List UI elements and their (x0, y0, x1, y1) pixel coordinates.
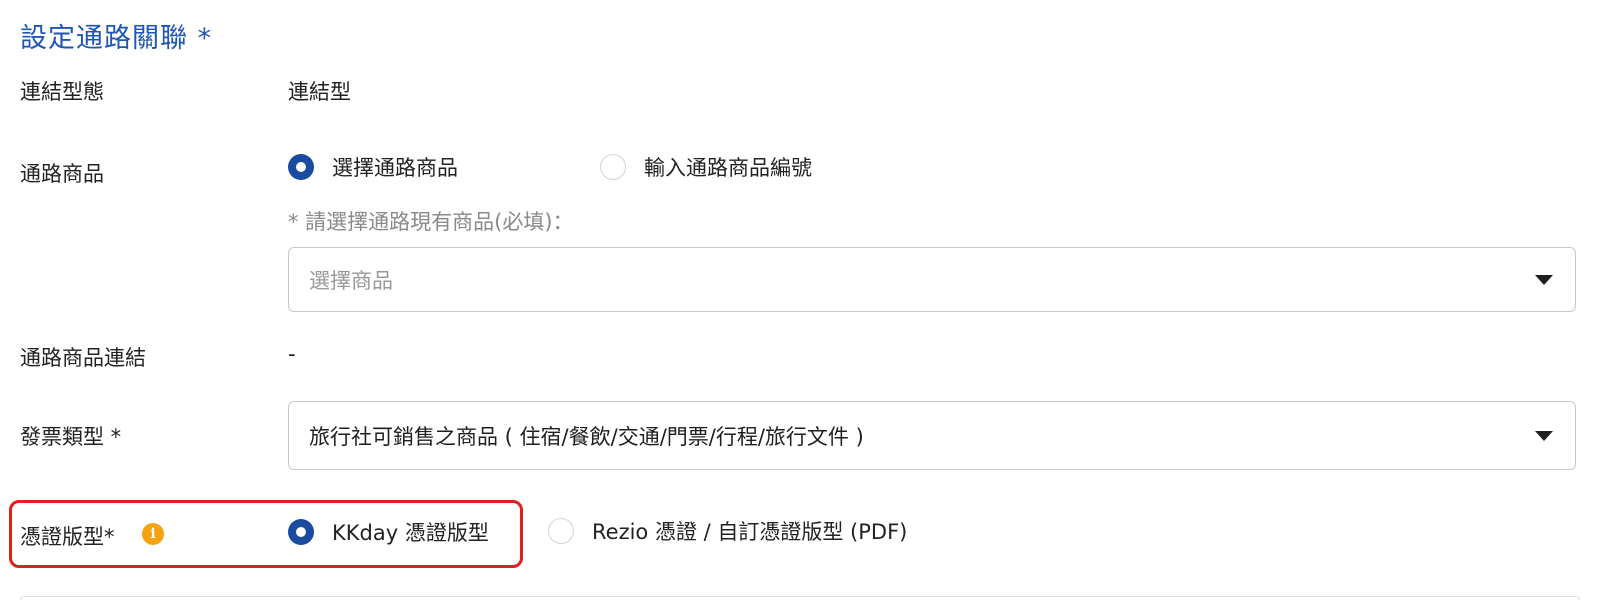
radio-selected-icon[interactable] (288, 154, 314, 180)
radio-unselected-icon[interactable] (548, 518, 574, 544)
radio-selected-icon[interactable] (288, 519, 314, 545)
radio-rezio-custom-voucher[interactable]: Rezio 憑證 / 自訂憑證版型 (PDF) (548, 516, 907, 546)
voucher-template-label: 憑證版型* (20, 525, 115, 549)
product-select-placeholder: 選擇商品 (309, 268, 393, 293)
link-type-label: 連結型態 (20, 80, 104, 104)
link-type-value: 連結型 (288, 80, 351, 104)
section-title: 設定通路關聯 * (20, 23, 213, 54)
invoice-type-label: 發票類型 * (20, 425, 122, 449)
chevron-down-icon[interactable] (1535, 274, 1553, 285)
radio-unselected-icon[interactable] (600, 154, 626, 180)
radio-label: 選擇通路商品 (332, 156, 458, 180)
channel-link-label: 通路商品連結 (20, 346, 146, 370)
channel-settings-form: 設定通路關聯 * 連結型態 連結型 通路商品 選擇通路商品 輸入通路商品編號 *… (0, 0, 1600, 600)
radio-select-channel-product[interactable]: 選擇通路商品 (288, 152, 458, 182)
radio-label: Rezio 憑證 / 自訂憑證版型 (PDF) (592, 520, 908, 544)
radio-label: 輸入通路商品編號 (644, 156, 812, 180)
next-section-edge (20, 596, 1580, 600)
product-hint: * 請選擇通路現有商品(必填)： (288, 210, 574, 234)
channel-link-value: - (288, 342, 296, 366)
radio-enter-product-number[interactable]: 輸入通路商品編號 (600, 152, 812, 182)
radio-kkday-voucher[interactable]: KKday 憑證版型 (288, 517, 489, 547)
product-select[interactable]: 選擇商品 (288, 247, 1576, 312)
info-icon[interactable]: i (142, 523, 164, 545)
radio-label: KKday 憑證版型 (332, 521, 489, 545)
invoice-type-select[interactable]: 旅行社可銷售之商品 ( 住宿/餐飲/交通/門票/行程/旅行文件 ) (288, 401, 1576, 470)
invoice-type-value: 旅行社可銷售之商品 ( 住宿/餐飲/交通/門票/行程/旅行文件 ) (309, 424, 864, 449)
channel-product-label: 通路商品 (20, 162, 104, 186)
chevron-down-icon[interactable] (1535, 430, 1553, 441)
